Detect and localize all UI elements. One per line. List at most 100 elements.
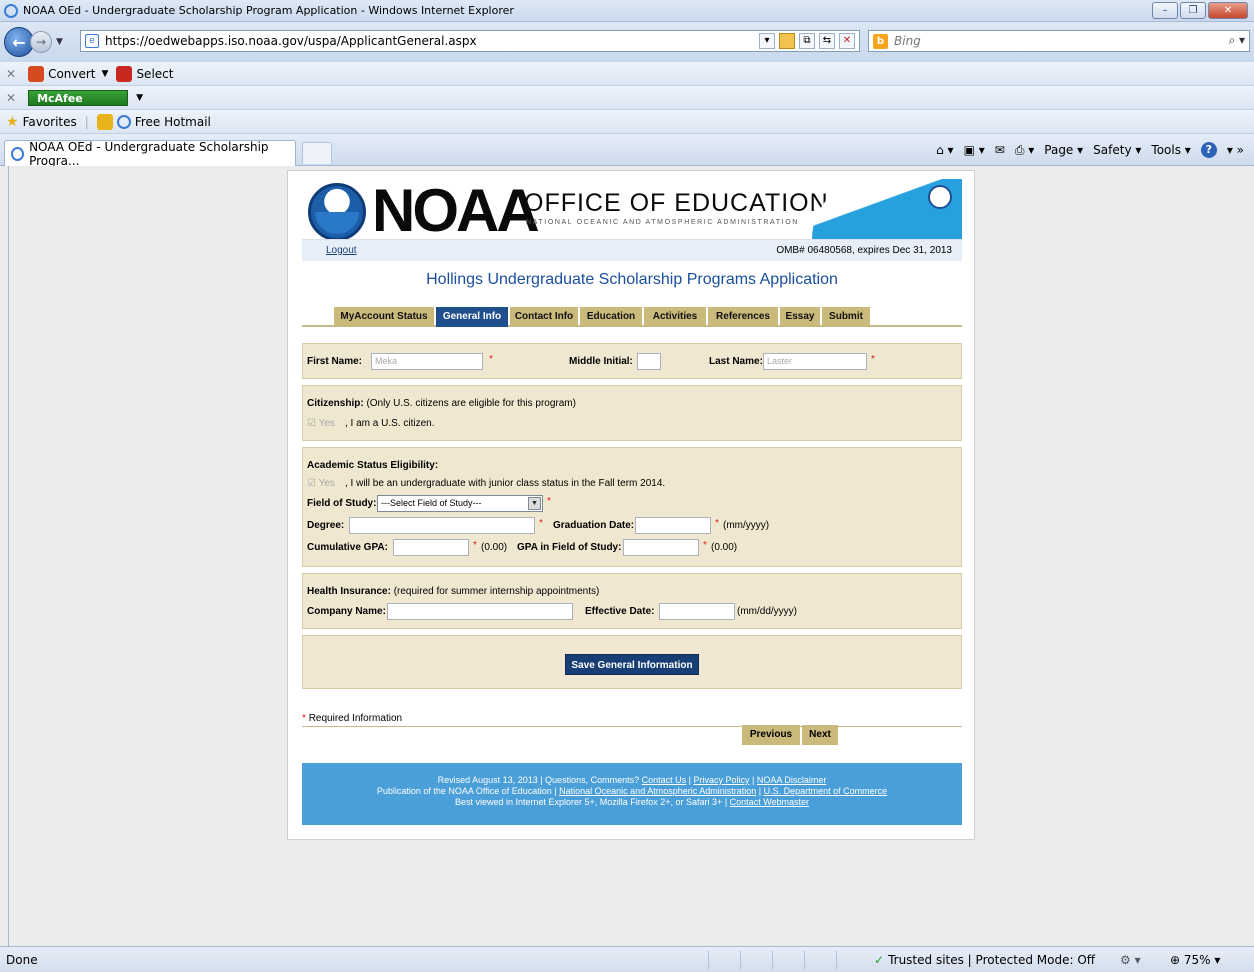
effective-date-input[interactable] <box>659 603 735 620</box>
tab-contact-info[interactable]: Contact Info <box>510 307 578 327</box>
tools-menu[interactable]: Tools ▾ <box>1151 143 1190 157</box>
help-icon[interactable]: ? <box>1200 142 1217 158</box>
checkmark-icon: ✓ <box>874 953 885 967</box>
save-section: Save General Information <box>302 635 962 689</box>
field-of-study-select[interactable]: ---Select Field of Study--- ▼ <box>377 495 543 512</box>
privacy-policy-link[interactable]: Privacy Policy <box>693 775 749 785</box>
contact-webmaster-link[interactable]: Contact Webmaster <box>730 797 809 807</box>
address-dropdown-icon[interactable]: ▾ <box>759 33 775 49</box>
office-subtitle: NATIONAL OCEANIC AND ATMOSPHERIC ADMINIS… <box>526 219 799 226</box>
noaa-link[interactable]: National Oceanic and Atmospheric Adminis… <box>559 786 756 796</box>
hotmail-ie-icon <box>116 114 131 129</box>
next-button[interactable]: Next <box>802 725 838 745</box>
tab-activities[interactable]: Activities <box>644 307 706 327</box>
add-favorite-icon[interactable] <box>96 113 113 130</box>
company-name-label: Company Name: <box>307 606 386 617</box>
mail-icon[interactable]: ✉ <box>995 143 1005 157</box>
convert-button[interactable]: Convert <box>48 67 95 81</box>
noaa-disclaimer-link[interactable]: NOAA Disclaimer <box>757 775 827 785</box>
logout-link[interactable]: Logout <box>326 245 357 256</box>
refresh-icon[interactable]: ⇆ <box>819 33 835 49</box>
commerce-link[interactable]: U.S. Department of Commerce <box>764 786 888 796</box>
citizenship-note: (Only U.S. citizens are eligible for thi… <box>366 398 576 409</box>
print-icon[interactable]: ⎙ ▾ <box>1015 143 1034 158</box>
company-name-input[interactable] <box>387 603 573 620</box>
tab-essay[interactable]: Essay <box>780 307 820 327</box>
contact-us-link[interactable]: Contact Us <box>642 775 687 785</box>
tab-submit[interactable]: Submit <box>822 307 870 327</box>
graduation-date-input[interactable] <box>635 517 711 534</box>
last-name-input[interactable]: Laster <box>763 353 867 370</box>
insurance-section: Health Insurance: (required for summer i… <box>302 573 962 629</box>
mcafee-button[interactable]: McAfee <box>28 89 129 106</box>
gpa-field-label: GPA in Field of Study: <box>517 542 622 553</box>
tab-education[interactable]: Education <box>580 307 642 327</box>
bing-icon: b <box>873 33 888 49</box>
convert-dropdown-icon[interactable]: ▼ <box>102 69 109 79</box>
graduation-date-hint: (mm/yyyy) <box>723 520 770 531</box>
close-toolbar-icon[interactable]: ✕ <box>6 67 16 81</box>
zoom-level[interactable]: ⊕ 75% ▾ <box>1170 953 1220 967</box>
mcafee-toolbar: ✕ McAfee ▼ <box>0 86 1254 110</box>
close-window-button[interactable]: ✕ <box>1208 2 1248 19</box>
tab-general-info[interactable]: General Info <box>436 307 508 327</box>
favorites-bar: ★ Favorites | Free Hotmail <box>0 110 1254 134</box>
tab-strip: NOAA OEd - Undergraduate Scholarship Pro… <box>0 134 1254 168</box>
noaa-logo-icon <box>308 183 366 241</box>
middle-initial-input[interactable] <box>637 353 661 370</box>
convert-toolbar: ✕ Convert ▼ Select <box>0 62 1254 86</box>
citizenship-checkbox[interactable]: ☑ Yes <box>307 418 335 429</box>
application-page: NOAA OFFICE OF EDUCATION NATIONAL OCEANI… <box>287 170 975 840</box>
security-zone[interactable]: ✓ Trusted sites | Protected Mode: Off <box>874 953 1095 967</box>
academic-text: , I will be an undergraduate with junior… <box>345 478 666 489</box>
protected-mode-icon[interactable]: ⚙ ▾ <box>1120 953 1141 967</box>
page-menu[interactable]: Page ▾ <box>1044 143 1083 157</box>
graduation-date-label: Graduation Date: <box>553 520 635 531</box>
stop-icon[interactable]: ✕ <box>839 33 855 49</box>
cumulative-gpa-input[interactable] <box>393 539 469 556</box>
insurance-note: (required for summer internship appointm… <box>393 586 600 597</box>
close-mcafee-toolbar-icon[interactable]: ✕ <box>6 91 16 105</box>
academic-checkbox[interactable]: ☑ Yes <box>307 478 335 489</box>
feeds-icon[interactable]: ▣ ▾ <box>964 143 985 157</box>
commerce-seal-icon <box>928 185 952 209</box>
minimize-button[interactable]: – <box>1152 2 1178 19</box>
favorites-button[interactable]: Favorites <box>23 115 77 129</box>
search-placeholder: Bing <box>894 34 921 48</box>
home-icon[interactable]: ⌂ ▾ <box>936 143 953 157</box>
help-dropdown-icon[interactable]: ▾ » <box>1227 143 1244 157</box>
maximize-button[interactable]: ❐ <box>1180 2 1206 19</box>
previous-button[interactable]: Previous <box>742 725 800 745</box>
compatibility-icon[interactable]: ⧉ <box>799 33 815 49</box>
history-dropdown-icon[interactable]: ▼ <box>56 37 63 47</box>
degree-input[interactable] <box>349 517 535 534</box>
browser-tab[interactable]: NOAA OEd - Undergraduate Scholarship Pro… <box>4 140 296 168</box>
convert-icon <box>28 65 45 82</box>
address-bar-row: ← → ▼ e https://oedwebapps.iso.noaa.gov/… <box>0 22 1254 62</box>
middle-initial-label: Middle Initial: <box>569 356 633 367</box>
header-subbar: Logout OMB# 06480568, expires Dec 31, 20… <box>302 239 962 261</box>
cumulative-gpa-hint: (0.00) <box>481 542 508 553</box>
free-hotmail-link[interactable]: Free Hotmail <box>135 115 211 129</box>
citizenship-heading: Citizenship: <box>307 398 364 409</box>
last-name-label: Last Name: <box>709 356 763 367</box>
gpa-field-input[interactable] <box>623 539 699 556</box>
new-tab-button[interactable] <box>302 142 332 164</box>
first-name-input[interactable]: Meka <box>371 353 483 370</box>
citizenship-section: Citizenship: (Only U.S. citizens are eli… <box>302 385 962 441</box>
first-name-label: First Name: <box>307 356 363 367</box>
lock-icon[interactable] <box>779 33 795 49</box>
chevron-down-icon: ▼ <box>528 497 541 510</box>
save-general-info-button[interactable]: Save General Information <box>565 654 699 675</box>
safety-menu[interactable]: Safety ▾ <box>1093 143 1141 157</box>
forward-button[interactable]: → <box>30 31 52 53</box>
tab-references[interactable]: References <box>708 307 778 327</box>
select-button[interactable]: Select <box>136 67 173 81</box>
search-icon[interactable]: ⌕ ▾ <box>1228 33 1245 48</box>
address-input[interactable]: e https://oedwebapps.iso.noaa.gov/uspa/A… <box>80 30 860 52</box>
gpa-field-hint: (0.00) <box>711 542 738 553</box>
search-input[interactable]: b Bing ⌕ ▾ <box>868 30 1250 52</box>
page-icon: e <box>85 34 99 48</box>
mcafee-dropdown-icon[interactable]: ▼ <box>136 93 143 103</box>
tab-myaccount-status[interactable]: MyAccount Status <box>334 307 434 327</box>
